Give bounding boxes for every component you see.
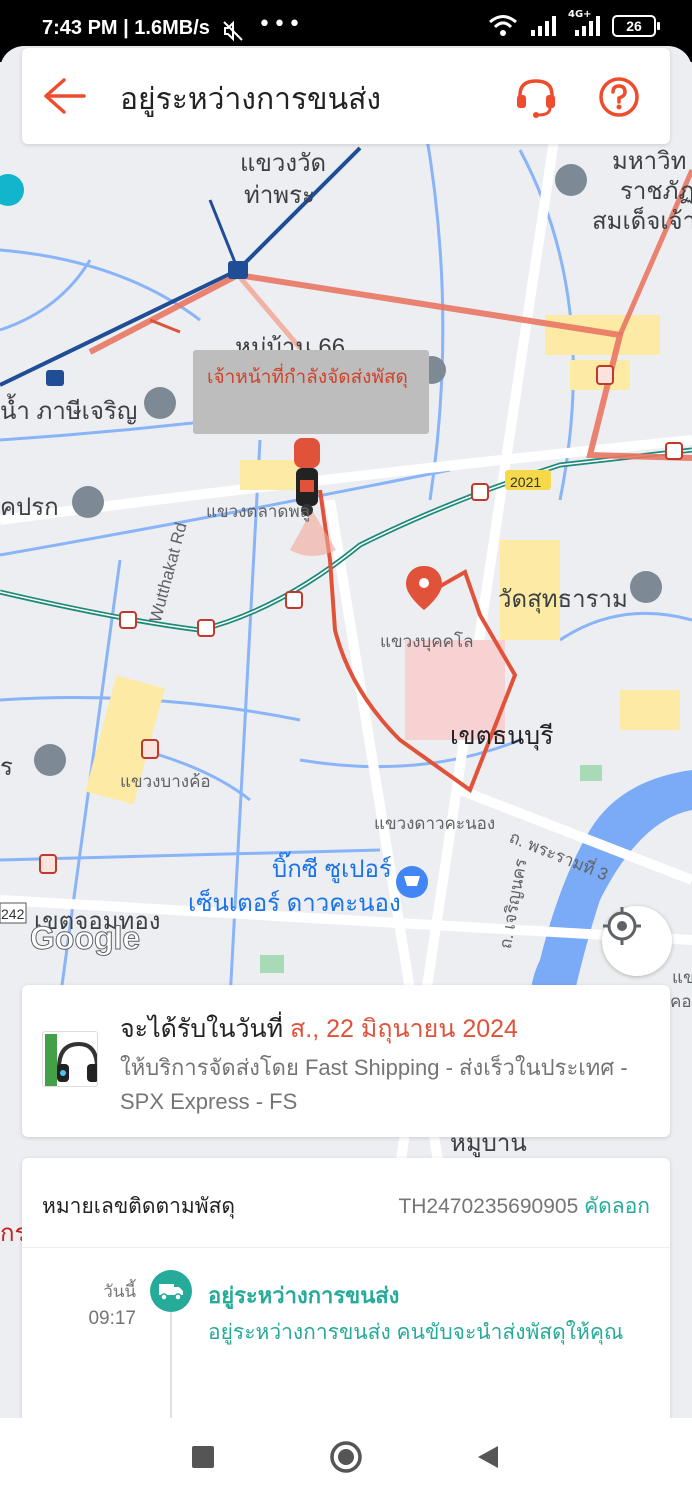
event-description: อยู่ระหว่างการขนส่ง คนขับจะนำส่งพัสดุให้…: [208, 1321, 624, 1344]
map-label-dao-khanong: แขวงดาวคะนอง: [374, 814, 496, 833]
estimated-delivery-label: จะได้รับในวันที่: [120, 1015, 291, 1043]
question-icon: [599, 77, 639, 117]
tracking-card: หมายเลขติดตามพัสดุ TH2470235690905 คัดลอ…: [22, 1158, 670, 1422]
signal-icon: [530, 15, 556, 37]
estimated-delivery-card[interactable]: จะได้รับในวันที่ ส., 22 มิถุนายน 2024 ให…: [22, 985, 670, 1137]
event-date: วันนี้: [103, 1282, 136, 1301]
signal-4g-icon: 4G+: [568, 9, 600, 37]
map-label-bukkhalo: แขวงบุคคโล: [380, 632, 474, 651]
map-label-big-c: บิ๊กซี ซูเปอร์: [272, 856, 392, 883]
map-label-somdet: สมเด็จเจ้า: [592, 208, 692, 235]
map-label-wat-sutharam: วัดสุทธาราม: [498, 586, 628, 613]
my-location-button[interactable]: [602, 906, 672, 976]
map-label-wat-tha-phra: แขวงวัด: [240, 150, 327, 177]
divider: [22, 1247, 670, 1248]
copy-tracking-button[interactable]: คัดลอก: [584, 1195, 650, 1218]
map-label-talat-phlu: แขวงตลาดพลู: [206, 502, 311, 521]
map-label-phasi-charoen: น้ำ ภาษีเจริญ: [0, 398, 138, 425]
crosshair-icon: [603, 907, 641, 945]
truck-icon: [159, 1284, 183, 1301]
estimated-delivery-line: จะได้รับในวันที่ ส., 22 มิถุนายน 2024: [120, 1009, 518, 1049]
map-label-bang-kho: แขวงบางค้อ: [120, 772, 211, 791]
back-button[interactable]: [42, 76, 86, 120]
system-navigation-bar: [0, 1418, 692, 1500]
system-back-button[interactable]: [476, 1444, 500, 1474]
map-label-road-2021: 2021: [510, 474, 542, 490]
headphones-product-icon: [45, 1034, 97, 1086]
recents-button[interactable]: [190, 1444, 216, 1474]
more-dots-icon: •••: [258, 12, 303, 37]
circle-icon: [330, 1441, 362, 1473]
shipping-service-text: ให้บริการจัดส่งโดย Fast Shipping - ส่งเร…: [120, 1055, 628, 1114]
support-button[interactable]: [514, 75, 558, 123]
top-app-bar: อยู่ระหว่างการขนส่ง: [22, 48, 670, 144]
wifi-icon: [488, 14, 518, 38]
event-time: 09:17: [88, 1308, 136, 1329]
square-icon: [192, 1446, 214, 1468]
arrow-left-icon: [44, 78, 86, 114]
estimated-delivery-date: ส., 22 มิถุนายน 2024: [290, 1015, 518, 1043]
status-time: 7:43 PM | 1.6MB/s: [42, 17, 210, 39]
map-label-khon-prok: คปรก: [0, 494, 59, 521]
map-label-road-242: 242: [1, 906, 25, 922]
battery-icon: 26: [612, 15, 660, 37]
event-title: อยู่ระหว่างการขนส่ง: [208, 1283, 400, 1308]
product-thumbnail[interactable]: [42, 1031, 98, 1087]
event-status-badge: [150, 1270, 192, 1312]
mute-icon: [223, 20, 243, 42]
map-label-rat: ร: [0, 754, 13, 781]
help-button[interactable]: [598, 76, 640, 122]
map-label-mahawit: มหาวิท: [612, 148, 687, 175]
map-label-big-c-dao-khanong: เซ็นเตอร์ ดาวคะนอง: [188, 890, 401, 917]
courier-status-tooltip: เจ้าหน้าที่กำลังจัดส่งพัสดุ: [193, 350, 429, 434]
map-label-rajabhat: ราชภัฏ: [620, 178, 692, 205]
map-label-tha-phra: ท่าพระ: [244, 182, 315, 209]
timeline-line: [170, 1312, 172, 1422]
tracking-number: TH2470235690905: [398, 1195, 579, 1218]
page-title: อยู่ระหว่างการขนส่ง: [120, 83, 382, 116]
triangle-back-icon: [478, 1446, 498, 1468]
home-button[interactable]: [329, 1440, 363, 1478]
tracking-number-label: หมายเลขติดตามพัสดุ: [42, 1195, 236, 1218]
headset-icon: [517, 79, 555, 118]
map-label-kho-right: คอ: [670, 992, 692, 1011]
map-label-khet-thonburi: เขตธนบุรี: [450, 722, 554, 750]
tracking-number-row: TH2470235690905 คัดลอก: [398, 1190, 650, 1223]
google-logo: Google: [29, 920, 141, 957]
destination-pin-icon: [406, 566, 442, 610]
